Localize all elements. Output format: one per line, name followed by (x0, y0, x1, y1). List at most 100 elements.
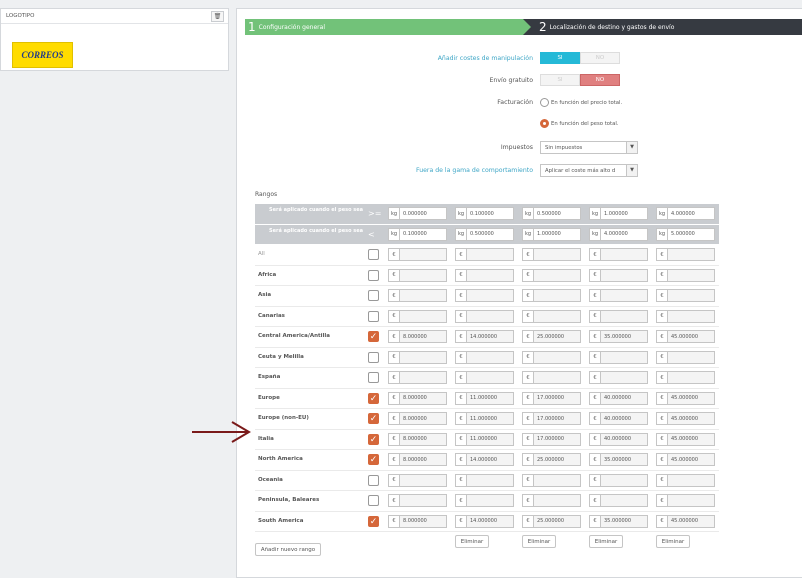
zone-checkbox[interactable] (368, 290, 379, 301)
range-limit-input[interactable]: 5.000000 (668, 227, 715, 241)
price-input[interactable] (534, 309, 581, 323)
price-input[interactable]: 35.000000 (601, 330, 648, 343)
price-field[interactable]: €45.000000 (656, 391, 715, 405)
range-limit-input[interactable]: 1.000000 (534, 227, 581, 241)
price-field[interactable]: € (589, 248, 648, 261)
price-field[interactable]: €35.000000 (589, 514, 648, 528)
taxes-select[interactable]: Sin impuestos ▼ (540, 141, 638, 154)
handling-toggle[interactable]: SI NO (540, 52, 620, 64)
billing-weight-radio[interactable] (540, 119, 549, 128)
price-input[interactable]: 45.000000 (668, 391, 715, 405)
price-field[interactable]: € (455, 473, 514, 487)
range-limit-field[interactable]: kg 0.500000 (522, 207, 581, 220)
price-field[interactable]: €17.000000 (522, 432, 581, 446)
zone-checkbox[interactable]: ✓ (368, 331, 379, 342)
price-field[interactable]: € (388, 289, 447, 302)
price-input[interactable] (534, 473, 581, 487)
price-field[interactable]: €25.000000 (522, 453, 581, 466)
price-input[interactable] (400, 473, 447, 487)
range-limit-input[interactable]: 0.100000 (467, 207, 514, 220)
price-input[interactable] (467, 248, 514, 261)
zone-checkbox[interactable] (368, 310, 379, 322)
price-input[interactable]: 14.000000 (467, 453, 514, 466)
price-field[interactable]: €8.000000 (388, 330, 447, 343)
price-field[interactable]: € (656, 309, 715, 323)
zone-checkbox[interactable] (368, 372, 379, 383)
trash-icon[interactable]: 🗑 (211, 11, 224, 22)
price-input[interactable]: 45.000000 (668, 330, 715, 343)
price-input[interactable] (400, 248, 447, 261)
price-field[interactable]: €45.000000 (656, 453, 715, 466)
price-input[interactable]: 25.000000 (534, 453, 581, 466)
price-field[interactable]: € (388, 248, 447, 261)
range-limit-field[interactable]: kg 1.000000 (522, 227, 581, 241)
price-field[interactable]: € (522, 350, 581, 364)
price-field[interactable]: €25.000000 (522, 330, 581, 343)
free-shipping-no[interactable]: NO (580, 74, 620, 86)
price-field[interactable]: € (522, 248, 581, 261)
price-input[interactable] (668, 350, 715, 364)
price-field[interactable]: €14.000000 (455, 330, 514, 343)
price-input[interactable]: 8.000000 (400, 453, 447, 466)
price-field[interactable]: € (522, 268, 581, 282)
price-field[interactable]: €40.000000 (589, 432, 648, 446)
price-field[interactable]: € (455, 309, 514, 323)
price-field[interactable]: €8.000000 (388, 432, 447, 446)
price-field[interactable]: € (522, 494, 581, 507)
price-field[interactable]: € (455, 350, 514, 364)
price-field[interactable]: € (522, 289, 581, 302)
price-field[interactable]: €35.000000 (589, 330, 648, 343)
price-input[interactable]: 8.000000 (400, 391, 447, 405)
zone-checkbox[interactable]: ✓ (368, 515, 379, 527)
range-limit-input[interactable]: 4.000000 (601, 227, 648, 241)
range-limit-field[interactable]: kg 0.500000 (455, 227, 514, 241)
price-field[interactable]: € (656, 248, 715, 261)
zone-checkbox[interactable] (368, 269, 379, 281)
range-limit-field[interactable]: kg 0.100000 (388, 227, 447, 241)
price-field[interactable]: €11.000000 (455, 391, 514, 405)
price-input[interactable]: 8.000000 (400, 514, 447, 528)
price-field[interactable]: € (589, 309, 648, 323)
range-limit-input[interactable]: 1.000000 (601, 207, 648, 220)
price-input[interactable] (601, 350, 648, 364)
price-field[interactable]: €14.000000 (455, 453, 514, 466)
price-input[interactable] (400, 268, 447, 282)
price-field[interactable]: €17.000000 (522, 412, 581, 425)
price-field[interactable]: €45.000000 (656, 412, 715, 425)
price-input[interactable] (400, 494, 447, 507)
zone-checkbox[interactable]: ✓ (368, 454, 379, 465)
price-input[interactable] (400, 350, 447, 364)
price-input[interactable]: 11.000000 (467, 432, 514, 446)
price-field[interactable]: €11.000000 (455, 432, 514, 446)
price-input[interactable] (400, 371, 447, 384)
price-input[interactable]: 40.000000 (601, 412, 648, 425)
price-field[interactable]: € (388, 268, 447, 282)
price-input[interactable]: 8.000000 (400, 412, 447, 425)
price-field[interactable]: € (589, 350, 648, 364)
price-field[interactable]: € (455, 268, 514, 282)
price-field[interactable]: € (388, 371, 447, 384)
price-field[interactable]: € (656, 289, 715, 302)
billing-option-weight[interactable]: En función del peso total. (540, 119, 619, 128)
price-field[interactable]: €40.000000 (589, 412, 648, 425)
price-field[interactable]: € (656, 371, 715, 384)
price-input[interactable]: 40.000000 (601, 432, 648, 446)
price-field[interactable]: €40.000000 (589, 391, 648, 405)
range-limit-input[interactable]: 0.000000 (400, 207, 447, 220)
price-input[interactable] (467, 309, 514, 323)
price-field[interactable]: € (455, 289, 514, 302)
price-input[interactable] (601, 289, 648, 302)
price-field[interactable]: € (522, 309, 581, 323)
price-field[interactable]: €35.000000 (589, 453, 648, 466)
price-input[interactable] (400, 309, 447, 323)
price-input[interactable]: 17.000000 (534, 432, 581, 446)
zone-checkbox[interactable]: ✓ (368, 392, 379, 404)
price-field[interactable]: € (589, 268, 648, 282)
zone-checkbox[interactable] (368, 495, 379, 506)
zone-checkbox[interactable] (368, 474, 379, 486)
price-input[interactable]: 17.000000 (534, 412, 581, 425)
price-field[interactable]: €8.000000 (388, 391, 447, 405)
price-input[interactable] (467, 494, 514, 507)
free-shipping-toggle[interactable]: SI NO (540, 74, 620, 86)
price-input[interactable] (467, 350, 514, 364)
